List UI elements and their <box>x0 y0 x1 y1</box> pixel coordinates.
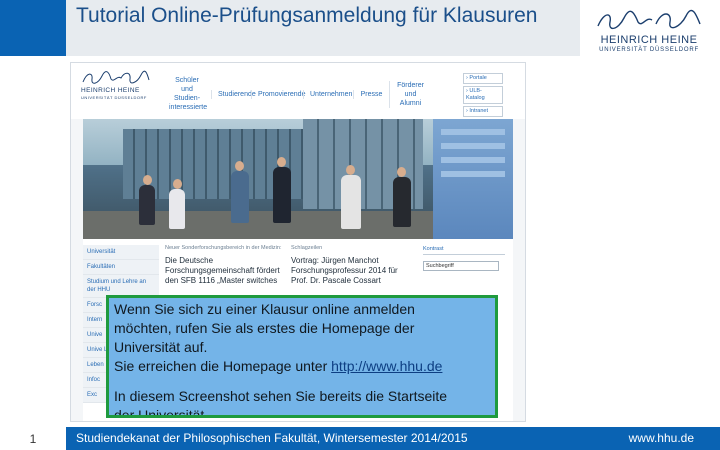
callout-url-prefix: Sie erreichen die Homepage unter <box>114 358 332 374</box>
logo-name: HEINRICH HEINE <box>600 34 698 46</box>
headlines-text: Vortrag: Jürgen Manchot Forschungsprofes… <box>291 256 398 285</box>
quick-link-ulb-katalog[interactable]: › ULB-Katalog <box>463 86 503 104</box>
hero-photo <box>83 119 513 239</box>
callout-line: möchten, rufen Sie als erstes die Homepa… <box>114 320 415 336</box>
nav-item-presse[interactable]: Presse <box>353 89 389 99</box>
news-kicker: Neuer Sonderforschungsbereich in der Med… <box>165 245 282 251</box>
website-header: HEINRICH HEINE UNIVERSITÄT DÜSSELDORF Sc… <box>71 63 525 119</box>
logo-subtitle: UNIVERSITÄT DÜSSELDORF <box>599 47 699 53</box>
hero-person-head <box>277 157 286 167</box>
quick-link-intranet[interactable]: › Intranet <box>463 106 503 117</box>
website-signature-icon <box>82 70 150 84</box>
hero-person-head <box>346 165 355 175</box>
headlines-block[interactable]: Schlagzeilen Vortrag: Jürgen Manchot For… <box>291 245 415 286</box>
quick-link-portale[interactable]: › Portale <box>463 73 503 84</box>
quick-links: › Portale › ULB-Katalog › Intranet <box>463 73 503 119</box>
website-logo-subtitle: UNIVERSITÄT DÜSSELDORF <box>81 95 147 100</box>
hero-person <box>139 185 155 225</box>
callout-line: In diesem Screenshot sehen Sie bereits d… <box>114 388 448 404</box>
headlines-label: Schlagzeilen <box>291 245 323 251</box>
nav-item-schueler[interactable]: Schüler und Studien-interessierte <box>163 76 211 112</box>
contrast-search-panel: Kontrast Suchbegriff <box>423 245 505 271</box>
title-band: Tutorial Online-Prüfungsanmeldung für Kl… <box>66 0 580 56</box>
website-logo[interactable]: HEINRICH HEINE UNIVERSITÄT DÜSSELDORF <box>81 69 157 113</box>
website-search-input[interactable]: Suchbegriff <box>423 261 499 271</box>
hero-person <box>169 189 185 229</box>
callout-line: der Universität. <box>114 407 209 418</box>
sidebar-item-fakultaeten[interactable]: Fakultäten <box>83 260 159 275</box>
hero-person-head <box>173 179 182 189</box>
signature-logo-icon <box>597 9 701 29</box>
header-accent-block <box>0 0 66 56</box>
callout-line: Wenn Sie sich zu einer Klausur online an… <box>114 301 415 317</box>
page-number: 1 <box>29 432 37 446</box>
hero-person-head <box>143 175 152 185</box>
hero-person <box>393 177 411 227</box>
contrast-toggle[interactable]: Kontrast <box>423 245 505 255</box>
hero-person <box>231 171 249 223</box>
sidebar-item-universitaet[interactable]: Universität <box>83 245 159 260</box>
homepage-link[interactable]: http://www.hhu.de <box>331 358 442 374</box>
hero-info-panel <box>433 119 513 239</box>
hero-panel-bar <box>441 129 505 135</box>
callout-line-url: Sie erreichen die Homepage unter http://… <box>114 357 490 376</box>
hero-person-head <box>235 161 244 171</box>
nav-item-foerderer[interactable]: Förderer und Alumni <box>389 80 431 108</box>
callout-spacer <box>114 376 490 387</box>
nav-item-unternehmen[interactable]: Unternehmen <box>303 89 353 99</box>
hero-panel-bar <box>441 143 505 149</box>
slide-title: Tutorial Online-Prüfungsanmeldung für Kl… <box>76 4 538 27</box>
news-teaser[interactable]: Neuer Sonderforschungsbereich in der Med… <box>165 245 283 286</box>
footer-band: Studiendekanat der Philosophischen Fakul… <box>66 427 720 450</box>
instruction-callout: Wenn Sie sich zu einer Klausur online an… <box>106 295 498 418</box>
website-main-nav: Schüler und Studien-interessierte Studie… <box>163 77 431 111</box>
hero-person <box>341 175 361 229</box>
hero-person <box>273 167 291 223</box>
footer-website: www.hhu.de <box>628 431 694 445</box>
hero-panel-bar <box>441 171 505 177</box>
hhu-logo: HEINRICH HEINE UNIVERSITÄT DÜSSELDORF <box>586 8 712 58</box>
hero-panel-bar <box>441 157 505 163</box>
callout-line: Universität auf. <box>114 339 208 355</box>
news-headline: Die Deutsche Forschungsgemeinschaft förd… <box>165 256 280 285</box>
nav-item-promovierende[interactable]: Promovierende <box>251 89 305 99</box>
hero-person-head <box>397 167 406 177</box>
website-logo-name: HEINRICH HEINE <box>81 87 140 94</box>
footer-department: Studiendekanat der Philosophischen Fakul… <box>76 431 468 445</box>
nav-item-studierende[interactable]: Studierende <box>211 89 256 99</box>
